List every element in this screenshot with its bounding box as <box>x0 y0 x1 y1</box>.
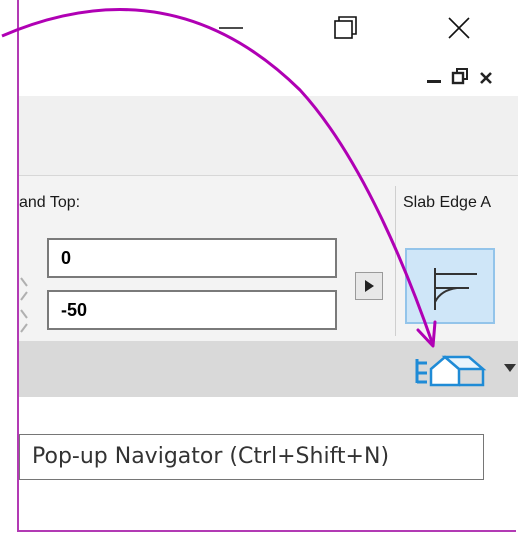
navigator-tree-house-icon <box>415 355 487 387</box>
top-offset-label: and Top: <box>19 194 81 211</box>
expand-arrow-button[interactable] <box>355 272 383 300</box>
document-close-button[interactable] <box>477 66 495 86</box>
ribbon-toolbar <box>19 96 518 176</box>
window-minimize-button[interactable] <box>211 8 251 48</box>
document-controls-bar <box>19 56 518 96</box>
panel-divider <box>395 186 396 336</box>
minimize-icon <box>427 80 441 83</box>
window-maximize-button[interactable] <box>325 8 365 48</box>
restore-icon <box>451 68 468 85</box>
title-bar <box>19 0 518 56</box>
bottom-offset-field[interactable]: -50 <box>47 290 337 330</box>
restore-icon <box>334 16 357 39</box>
close-icon <box>480 72 492 84</box>
slab-edge-button[interactable] <box>405 248 495 324</box>
close-icon <box>448 17 470 39</box>
document-minimize-button[interactable] <box>425 66 443 86</box>
minimize-icon <box>219 27 243 29</box>
document-restore-button[interactable] <box>451 66 469 86</box>
chevron-down-icon[interactable] <box>503 363 517 373</box>
slab-edge-profile-icon <box>434 268 477 310</box>
tooltip: Pop-up Navigator (Ctrl+Shift+N) <box>19 434 484 480</box>
play-arrow-icon <box>365 280 374 292</box>
top-offset-field[interactable]: 0 <box>47 238 337 278</box>
popup-navigator-button[interactable] <box>413 349 513 389</box>
slab-edge-label: Slab Edge A <box>403 194 492 211</box>
settings-panel: and Top: 0 -50 Slab Edge A <box>19 176 518 341</box>
link-bracket-icon <box>20 277 28 333</box>
window-close-button[interactable] <box>439 8 479 48</box>
bottom-toolbar <box>19 341 518 397</box>
